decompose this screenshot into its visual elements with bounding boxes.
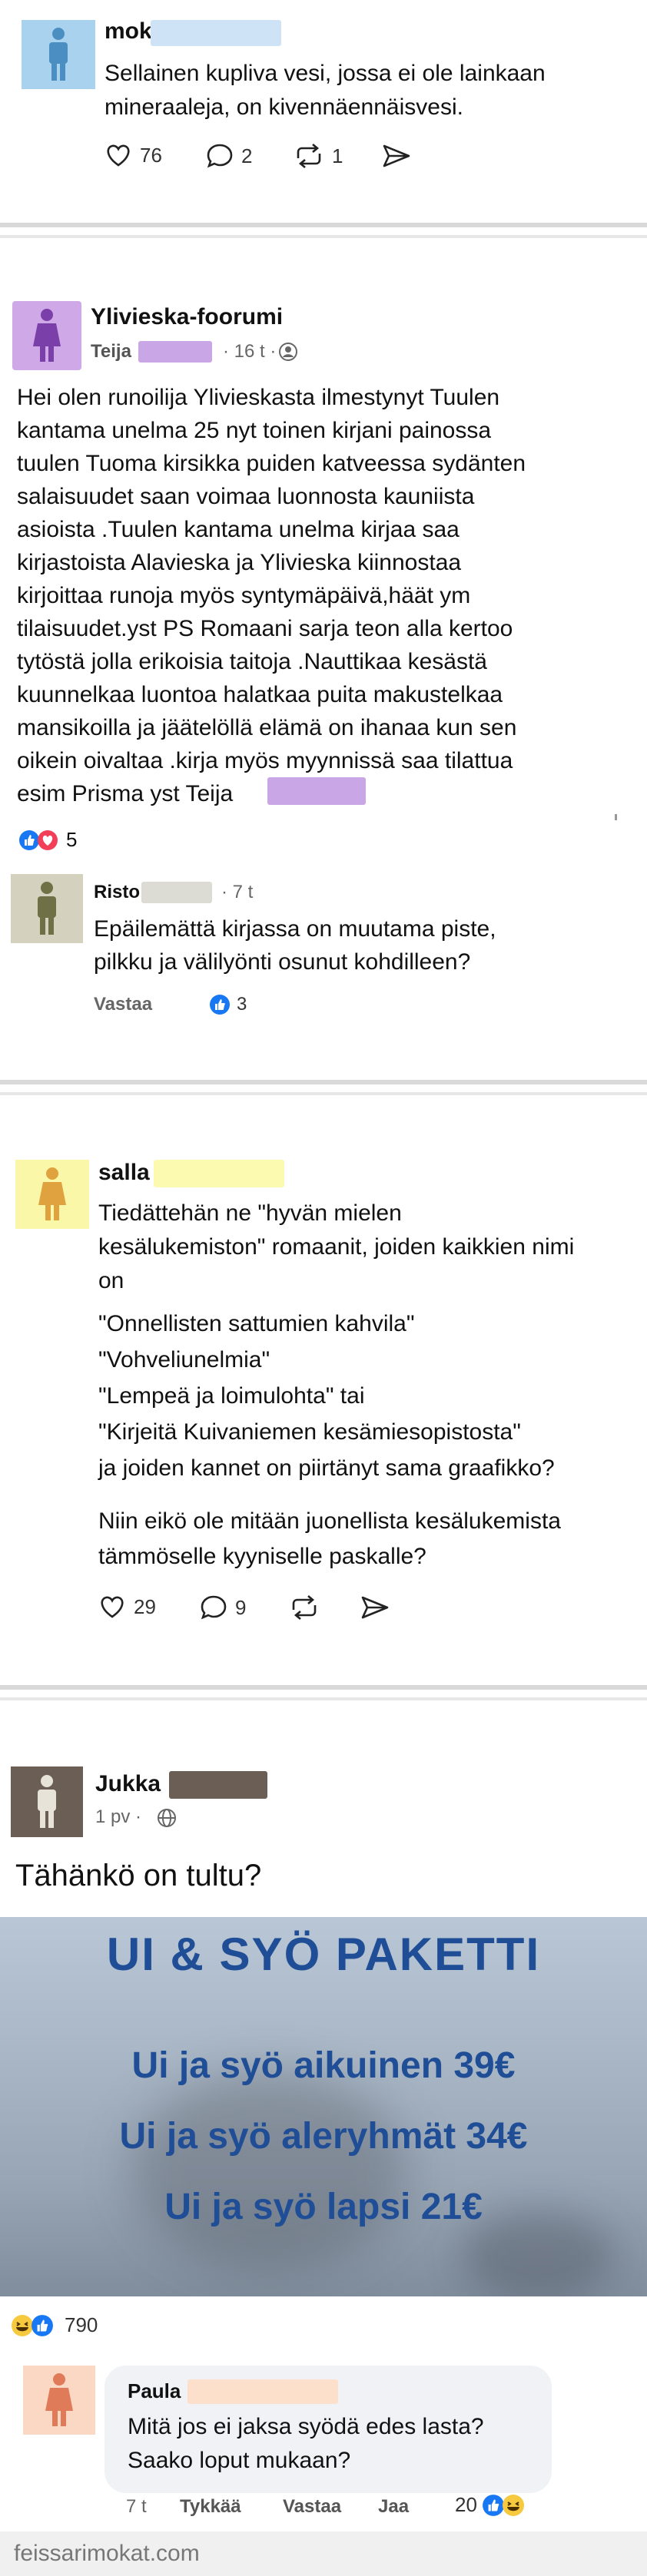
share-link[interactable]: Jaa [378, 2496, 409, 2518]
post-text-continued: ja joiden kannet on piirtänyt sama graaf… [98, 1455, 555, 1481]
comment-author[interactable]: Risto [94, 882, 140, 903]
comment-text: Epäilemättä kirjassa on muutama piste, p… [94, 916, 496, 975]
separator [0, 223, 647, 238]
comment-count: 2 [241, 144, 253, 167]
person-icon [38, 882, 56, 935]
person-icon [38, 1167, 66, 1220]
price-line: Ui ja syö aleryhmät 34€ [119, 2116, 528, 2157]
send-icon [383, 144, 410, 167]
post-author[interactable]: Jukka [95, 1771, 161, 1797]
like-reaction-icon [210, 995, 230, 1015]
book-title: "Kirjeitä Kuivaniemen kesämiesopistosta" [98, 1419, 521, 1445]
share-button[interactable] [381, 143, 420, 169]
reactions[interactable]: 790 [11, 2313, 98, 2337]
comment-button[interactable]: 9 [200, 1594, 246, 1621]
comment-time: 7 t [126, 2496, 147, 2517]
post-text: Tiedättehän ne "hyvän mielen kesälukemis… [98, 1200, 575, 1293]
redacted-name [141, 882, 212, 903]
repost-button[interactable]: 1 [294, 143, 343, 169]
post-author[interactable]: salla [98, 1160, 150, 1186]
group-name[interactable]: Ylivieska-foorumi [91, 304, 283, 330]
comment-text: Mitä jos ei jaksa syödä edes lasta? Saak… [128, 2414, 484, 2473]
avatar[interactable] [15, 1160, 89, 1229]
reaction-count: 790 [65, 2313, 98, 2336]
like-reaction-icon [32, 2314, 53, 2336]
post-author[interactable]: mok [105, 18, 152, 45]
comment-reactions[interactable]: 20 [455, 2493, 525, 2517]
heart-icon [101, 1596, 124, 1618]
avatar[interactable] [12, 301, 81, 370]
comment-time: · 7 t [221, 882, 254, 902]
price-line: Ui ja syö lapsi 21€ [164, 2187, 483, 2227]
avatar[interactable] [11, 1766, 83, 1837]
person-icon [49, 28, 68, 81]
post-time: 1 pv · [95, 1806, 142, 1827]
post-text: Tähänkö on tultu? [15, 1859, 262, 1892]
book-title: "Onnellisten sattumien kahvila" [98, 1311, 415, 1336]
like-button[interactable]: 29 [98, 1594, 156, 1619]
book-title: "Lempeä ja loimulohta" tai [98, 1383, 365, 1409]
haha-reaction-icon [502, 2494, 524, 2516]
sign-title: UI & SYÖ PAKETTI [106, 1929, 541, 1980]
book-title: "Vohveliunelmia" [98, 1347, 270, 1372]
comment-like-count[interactable]: 3 [209, 994, 247, 1015]
redacted-name [267, 777, 366, 805]
post-question: Niin eikö ole mitään juonellista kesäluk… [98, 1508, 561, 1569]
redacted-name [151, 20, 281, 46]
redacted-name [169, 1771, 267, 1799]
like-button[interactable]: 76 [105, 143, 162, 167]
heart-icon [107, 144, 130, 167]
mark [615, 814, 617, 820]
avatar[interactable] [22, 20, 95, 89]
comment-icon [201, 1595, 227, 1620]
person-icon [38, 1775, 56, 1828]
watermark[interactable]: feissarimokat.com [14, 2541, 200, 2567]
share-button[interactable] [360, 1594, 398, 1621]
repost-icon [297, 144, 321, 168]
reaction-count: 5 [66, 828, 78, 851]
avatar[interactable] [23, 2366, 95, 2435]
redacted-name [154, 1160, 284, 1187]
redacted-name [138, 341, 212, 363]
like-link[interactable]: Tykkää [180, 2496, 241, 2518]
globe-icon [158, 1809, 176, 1827]
footer-bar: feissarimokat.com [0, 2531, 647, 2576]
post-image[interactable]: UI & SYÖ PAKETTI Ui ja syö aikuinen 39€ … [0, 1917, 647, 2296]
repost-count: 1 [332, 144, 343, 167]
redacted-name [187, 2379, 338, 2404]
separator [0, 1685, 647, 1700]
friends-icon [279, 343, 297, 361]
post-text: Sellainen kupliva vesi, jossa ei ole lai… [105, 61, 546, 120]
comment-button[interactable]: 2 [206, 143, 252, 169]
separator [0, 1080, 647, 1095]
heart-reaction-icon [38, 829, 58, 850]
comment-icon [207, 144, 233, 168]
price-line: Ui ja syö aikuinen 39€ [131, 2045, 516, 2086]
like-count: 76 [140, 143, 162, 167]
repost-icon [292, 1595, 317, 1620]
post-author[interactable]: Teija [91, 341, 131, 363]
person-icon [33, 309, 61, 362]
reactions[interactable]: 5 [18, 828, 77, 852]
reply-button[interactable]: Vastaa [94, 994, 152, 1015]
book-titles: "Onnellisten sattumien kahvila" "Vohveli… [98, 1306, 555, 1486]
avatar[interactable] [11, 874, 83, 943]
post-time: · 16 t · [223, 341, 277, 362]
send-icon [361, 1596, 389, 1619]
image-shadow [131, 2071, 407, 2270]
reply-link[interactable]: Vastaa [283, 2496, 341, 2518]
comment-author[interactable]: Paula [128, 2379, 181, 2403]
post-text: Hei olen runoilija Ylivieskasta ilmestyn… [17, 385, 526, 806]
person-icon [45, 2373, 73, 2426]
repost-button[interactable] [289, 1594, 327, 1621]
